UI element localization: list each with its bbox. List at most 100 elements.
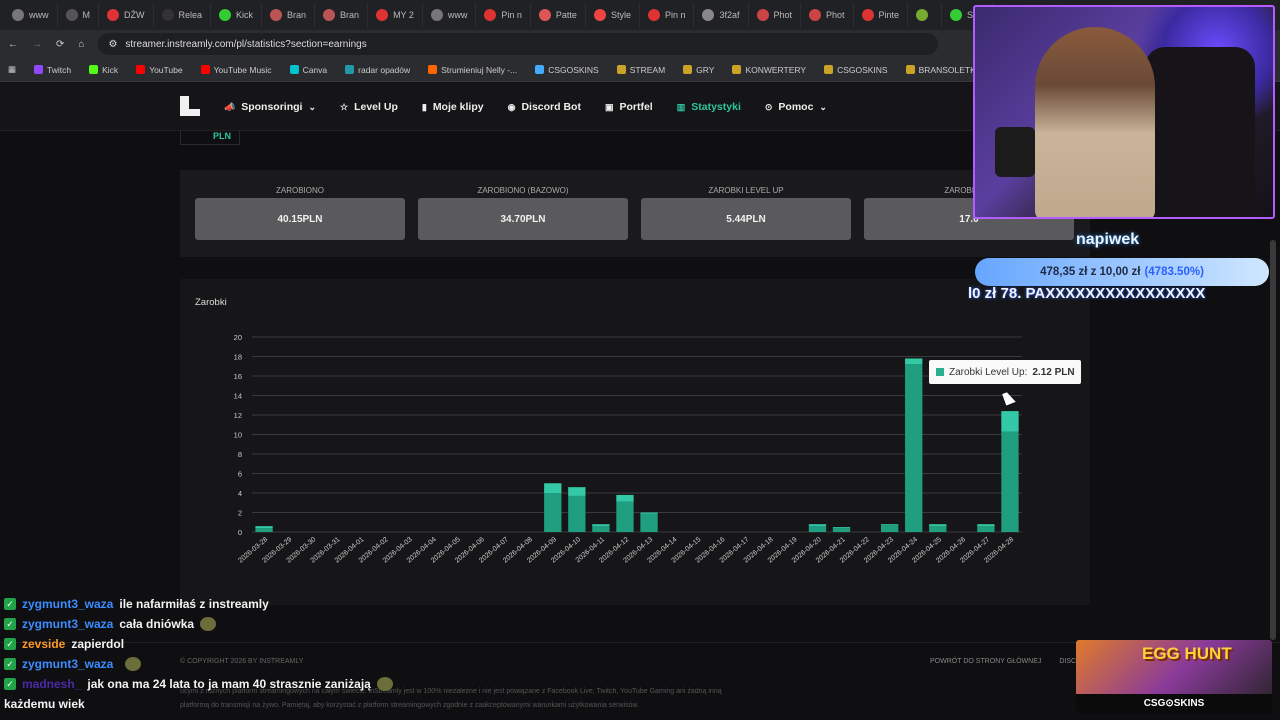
browser-tab[interactable]: Bran <box>262 3 316 27</box>
apps-icon[interactable]: ▦ <box>8 64 16 75</box>
browser-tab[interactable]: Bran <box>315 3 369 27</box>
bookmark-item[interactable]: YouTube Music <box>200 65 272 75</box>
browser-tab[interactable]: MY 2 <box>368 3 423 27</box>
nav-item-moje-klipy[interactable]: ▮ Moje klipy <box>422 101 484 113</box>
currency-tag[interactable]: PLN <box>180 131 240 145</box>
browser-tab[interactable]: 3f2af <box>694 3 749 27</box>
bar-base[interactable] <box>568 495 586 532</box>
browser-tab[interactable] <box>908 3 943 27</box>
bookmark-item[interactable]: BRANSOLETKI <box>905 65 978 75</box>
nav-item-statystyki[interactable]: ▥ Statystyki <box>677 101 741 113</box>
browser-tab[interactable]: M <box>58 3 99 27</box>
site-info-icon[interactable]: ⚙ <box>108 39 117 50</box>
nav-item-pomoc[interactable]: ⊙ Pomoc ⌄ <box>765 101 827 113</box>
check-badge-icon: ✓ <box>4 598 16 610</box>
footer-link-home[interactable]: POWRÓT DO STRONY GŁÓWNEJ <box>930 658 1041 665</box>
browser-tab[interactable]: Pin n <box>640 3 695 27</box>
bookmark-item[interactable]: GRY <box>683 65 714 75</box>
bar-base[interactable] <box>255 528 273 532</box>
bar-base[interactable] <box>905 364 923 532</box>
bar-level-up[interactable] <box>977 524 995 527</box>
bookmark-item[interactable]: CSGOSKINS <box>824 65 888 75</box>
home-icon[interactable]: ⌂ <box>78 39 84 50</box>
bookmark-item[interactable]: Strumieniuj Nelly -... <box>428 65 517 75</box>
bookmark-icon <box>535 65 545 74</box>
bookmark-item[interactable]: STREAM <box>616 64 666 75</box>
browser-tab[interactable]: Relea <box>154 3 212 27</box>
bar-base[interactable] <box>640 513 658 532</box>
browser-tab[interactable]: Kick <box>211 3 263 27</box>
nav-item-sponsoringi[interactable]: 📣 Sponsoringi ⌄ <box>224 101 316 113</box>
bookmark-item[interactable]: CSGOSKINS <box>535 65 599 75</box>
chat-username[interactable]: zevside <box>22 634 65 654</box>
bar-level-up[interactable] <box>568 487 586 496</box>
bar-level-up[interactable] <box>592 524 610 527</box>
stat-value: 40.15PLN <box>195 198 405 240</box>
chat-username[interactable]: madnesh_ <box>22 674 81 694</box>
bookmark-icon <box>732 65 742 74</box>
check-badge-icon: ✓ <box>4 638 16 650</box>
browser-tab[interactable]: www <box>423 3 477 27</box>
bar-level-up[interactable] <box>905 358 923 365</box>
browser-tab[interactable]: Phot <box>749 3 802 27</box>
footer-link-disc[interactable]: DISC <box>1059 658 1076 665</box>
bar-level-up[interactable] <box>1001 411 1019 432</box>
nav-item-portfel[interactable]: ▣ Portfel <box>605 101 653 113</box>
browser-tab[interactable]: Pin n <box>476 3 531 27</box>
tab-label: Pin n <box>664 10 686 20</box>
page-scrollbar[interactable] <box>1270 240 1276 640</box>
tab-favicon-icon <box>593 9 606 21</box>
bookmark-item[interactable]: Twitch <box>34 65 71 75</box>
forward-icon[interactable]: → <box>32 39 42 50</box>
bar-level-up[interactable] <box>640 512 658 514</box>
tooltip-value: 2.12 PLN <box>1032 366 1075 378</box>
nav-item-discord-bot[interactable]: ◉ Discord Bot <box>508 101 581 113</box>
bookmark-label: STREAM <box>629 64 666 75</box>
donation-goal-bar: 478,35 zł z 10,00 zł (4783.50%) <box>975 258 1269 286</box>
bookmark-item[interactable]: Kick <box>89 65 118 75</box>
chat-username[interactable]: zygmunt3_waza <box>22 594 113 614</box>
browser-tab[interactable]: Pinte <box>854 3 909 27</box>
bar-level-up[interactable] <box>544 483 562 493</box>
earnings-chart[interactable]: 024681012141618202026-03-282026-03-29202… <box>180 279 1090 605</box>
chat-username[interactable]: zygmunt3_waza <box>22 654 113 674</box>
bar-base[interactable] <box>832 528 851 532</box>
bookmark-item[interactable]: Canva <box>289 65 327 75</box>
browser-tab[interactable]: Phot <box>801 3 854 27</box>
chat-username[interactable]: zygmunt3_waza <box>22 614 113 634</box>
y-tick-label: 2 <box>238 509 242 518</box>
chart-tooltip: Zarobki Level Up: 2.12 PLN <box>929 360 1081 384</box>
bookmark-item[interactable]: radar opadów <box>345 65 410 75</box>
bar-base[interactable] <box>808 526 827 532</box>
back-icon[interactable]: ← <box>8 39 18 50</box>
bar-base[interactable] <box>880 525 899 532</box>
instreamly-logo[interactable] <box>180 96 200 116</box>
bar-level-up[interactable] <box>832 527 851 529</box>
y-tick-label: 8 <box>238 450 242 459</box>
bar-level-up[interactable] <box>929 524 947 527</box>
nav-item-level-up[interactable]: ☆ Level Up <box>340 101 398 113</box>
browser-tab[interactable]: Style <box>586 3 640 27</box>
browser-tab[interactable]: DŹW <box>99 3 154 27</box>
bar-base[interactable] <box>929 526 947 532</box>
bar-level-up[interactable] <box>255 526 273 529</box>
bar-base[interactable] <box>592 526 610 532</box>
chat-overlay: ✓ zygmunt3_waza ile nafarmiłaś z instreaml… <box>4 594 434 714</box>
chevron-down-icon: ⌄ <box>819 101 827 112</box>
bar-base[interactable] <box>544 493 562 532</box>
bar-level-up[interactable] <box>616 494 634 502</box>
bar-level-up[interactable] <box>808 524 827 527</box>
browser-tab[interactable]: Patte <box>531 3 586 27</box>
bookmark-item[interactable]: KONWERTERY <box>732 65 806 75</box>
chat-text: zapierdol <box>71 637 125 651</box>
browser-tab[interactable]: www <box>4 3 58 27</box>
bar-base[interactable] <box>977 526 995 532</box>
bookmark-item[interactable]: YouTube <box>136 65 183 75</box>
tab-favicon-icon <box>861 9 874 21</box>
bookmark-label: Twitch <box>47 64 72 75</box>
bar-base[interactable] <box>616 501 634 532</box>
url-field[interactable]: ⚙ streamer.instreamly.com/pl/statistics?… <box>98 33 939 55</box>
bar-base[interactable] <box>1001 431 1019 532</box>
reload-icon[interactable]: ⟳ <box>56 39 64 50</box>
bar-level-up[interactable] <box>880 524 899 526</box>
